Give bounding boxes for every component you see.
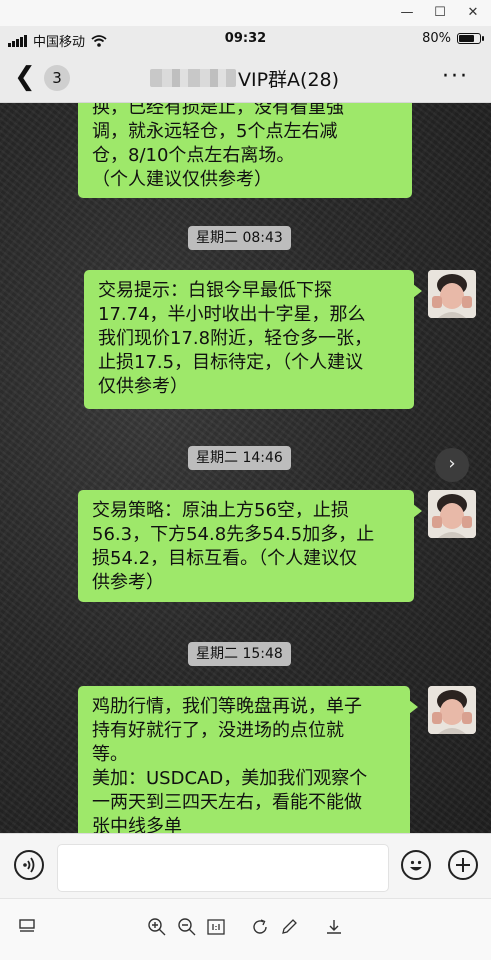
message-input[interactable] [57,844,389,892]
add-attachment-button[interactable] [448,850,478,880]
emoji-button[interactable] [401,850,431,880]
plus-icon [456,858,470,872]
message-line: 调，就永远轻仓，5个点左右减 [92,121,338,142]
status-time: 09:32 [224,31,267,46]
message-line: 鸡肋行情，我们等晚盘再说，单子 [92,696,362,717]
avatar[interactable] [428,270,476,318]
timestamp-3: 星期二 15:48 [188,642,291,666]
message-bubble-1[interactable]: 换，已经有损是止，没有看重强 调，就永远轻仓，5个点左右减 仓，8/10个点左右… [78,103,412,198]
timestamp-2: 星期二 14:46 [188,446,291,470]
close-window-button[interactable]: ✕ [458,4,488,22]
status-bar: 中国移动 09:32 80% [0,26,491,52]
download-icon[interactable] [323,917,345,939]
minimize-button[interactable]: — [392,4,422,22]
message-line: 供参考） [92,572,164,593]
chat-area[interactable]: 换，已经有损是止，没有看重强 调，就永远轻仓，5个点左右减 仓，8/10个点左右… [0,103,491,833]
timestamp-1: 星期二 08:43 [188,226,291,250]
chat-title-wrap: VIP群A(28) [150,65,339,91]
avatar[interactable] [428,490,476,538]
status-right: 80% [422,31,484,46]
message-line: 止损17.5，目标待定，（个人建议 [98,352,364,373]
chat-header: ❮ 3 VIP群A(28) ··· [0,52,491,103]
maximize-button[interactable]: ☐ [425,4,455,22]
zoom-in-icon[interactable] [146,917,168,939]
viewer-toolbar [0,898,491,960]
message-line: 持有好就行了，没进场的点位就 [92,720,344,741]
message-line: 损54.2，目标互看。（个人建议仅 [92,548,358,569]
message-input-bar [0,833,491,899]
message-line: 换，已经有损是止，没有看重强 [92,103,344,118]
message-line: 张中线多单 [92,816,182,833]
more-options-icon[interactable]: ··· [442,64,469,89]
emoji-icon [410,860,422,871]
rotate-icon[interactable] [249,917,271,939]
voice-icon [23,857,35,873]
battery-percent: 80% [422,31,451,46]
message-bubble-2[interactable]: 交易提示：白银今早最低下探 17.74，半小时收出十字星，那么 我们现价17.8… [84,270,422,409]
edit-pencil-icon[interactable] [278,917,300,939]
avatar-photo-icon [428,686,476,734]
voice-input-button[interactable] [14,850,44,880]
message-line: 我们现价17.8附近，轻仓多一张， [98,328,373,349]
battery-level [459,35,474,42]
next-chevron-icon[interactable]: › [435,448,469,482]
message-line: （个人建议仅供参考） [92,169,272,190]
avatar-photo-icon [428,270,476,318]
redacted-title-blur [150,69,236,87]
message-bubble-3[interactable]: 交易策略：原油上方56空，止损 56.3，下方54.8先多54.5加多，止 损5… [78,490,422,602]
avatar[interactable] [428,686,476,734]
chat-title: VIP群A(28) [238,68,340,91]
message-line: 一两天到三四天左右，看能不能做 [92,792,362,813]
message-line: 56.3，下方54.8先多54.5加多，止 [92,524,375,545]
message-line: 仓，8/10个点左右离场。 [92,145,295,166]
message-line: 仅供参考） [98,376,188,397]
message-line: 等。 [92,744,128,765]
battery-icon [457,33,484,44]
zoom-out-icon[interactable] [176,917,198,939]
window-titlebar: — ☐ ✕ [0,0,491,26]
message-line: 交易策略：原油上方56空，止损 [92,500,349,521]
back-chevron-icon[interactable]: ❮ [14,64,36,90]
actual-size-icon[interactable] [205,917,227,939]
message-bubble-4[interactable]: 鸡肋行情，我们等晚盘再说，单子 持有好就行了，没进场的点位就 等。 美加：USD… [78,686,418,833]
message-line: 17.74，半小时收出十字星，那么 [98,304,366,325]
thumbnail-view-icon[interactable] [16,917,38,939]
avatar-photo-icon [428,490,476,538]
message-line: 美加：USDCAD，美加我们观察个 [92,768,368,789]
unread-count-badge[interactable]: 3 [44,65,70,91]
message-line: 交易提示：白银今早最低下探 [98,280,332,301]
